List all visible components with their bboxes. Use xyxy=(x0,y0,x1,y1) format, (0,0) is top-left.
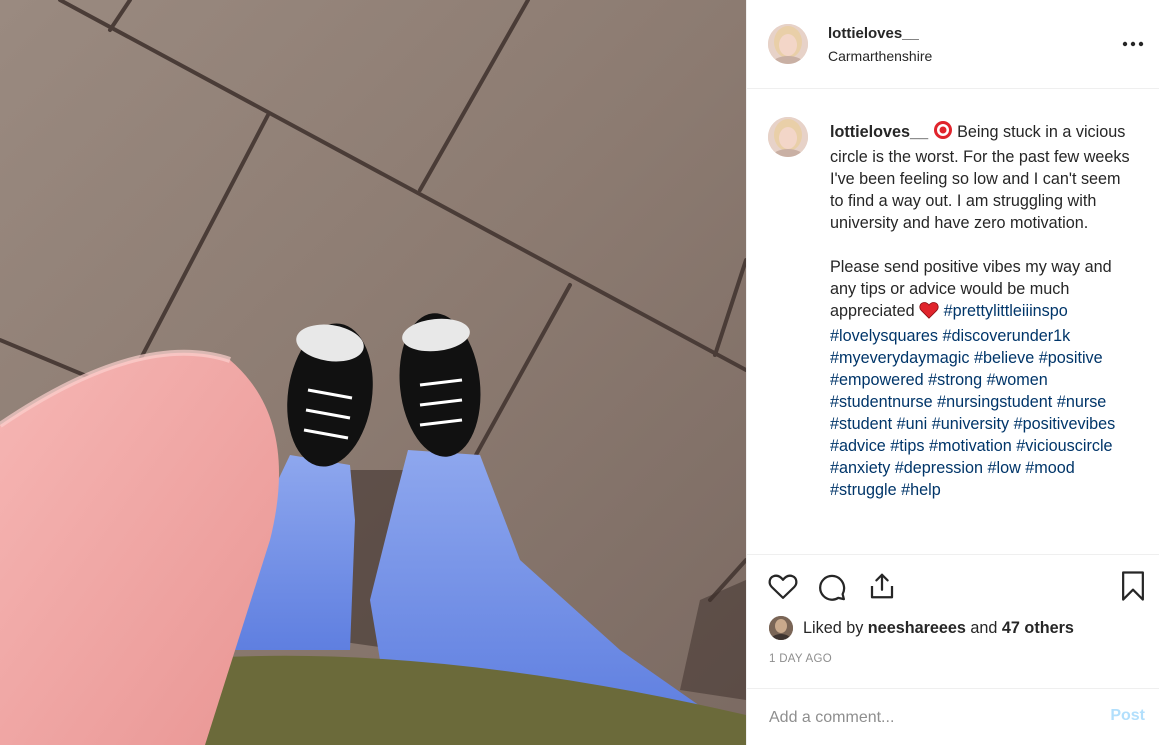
hashtag-link[interactable]: #low xyxy=(988,459,1021,477)
hashtag-link[interactable]: #anxiety xyxy=(830,459,890,477)
hashtag-link[interactable]: #depression xyxy=(895,459,983,477)
hashtag-link[interactable]: #mood xyxy=(1025,459,1075,477)
post-details-panel: lottieloves__ Carmarthenshire lottielove… xyxy=(746,0,1159,745)
post-header: lottieloves__ Carmarthenshire xyxy=(747,0,1159,89)
more-horizontal-icon[interactable] xyxy=(1120,31,1146,57)
likes-prefix: Liked by xyxy=(803,618,864,637)
post-photo-illustration xyxy=(0,0,746,745)
hashtag-link[interactable]: #positivevibes xyxy=(1014,415,1116,433)
comment-input[interactable] xyxy=(767,705,1091,731)
liker-username[interactable]: neeshareees xyxy=(868,619,966,638)
action-bar xyxy=(747,555,1159,615)
red-heart-emoji xyxy=(919,301,939,325)
hashtag-link[interactable]: #strong xyxy=(928,371,982,389)
hashtag-link[interactable]: #uni xyxy=(897,415,928,433)
likes-summary: Liked by neeshareees and 47 others xyxy=(769,614,1074,642)
hashtag-link[interactable]: #motivation xyxy=(929,437,1012,455)
hashtag-link[interactable]: #myeverydaymagic xyxy=(830,349,969,367)
target-emoji xyxy=(933,120,953,146)
bookmark-icon[interactable] xyxy=(1116,569,1150,603)
hashtag-link[interactable]: #positive xyxy=(1039,349,1103,367)
post-comment-button[interactable]: Post xyxy=(1110,707,1145,725)
post-author-username[interactable]: lottieloves__ xyxy=(828,25,919,42)
hashtag-link[interactable]: #discoverunder1k xyxy=(942,327,1070,345)
caption-username[interactable]: lottieloves__ xyxy=(830,123,928,141)
post-date[interactable]: 1 DAY AGO xyxy=(769,653,832,665)
hashtag-link[interactable]: #help xyxy=(901,481,941,499)
hashtag-link[interactable]: #prettylittleiiinspo xyxy=(944,302,1068,320)
comments-section: lottieloves__ Being stuck in a vicious c… xyxy=(747,89,1159,555)
hashtag-list: #prettylittleiiinspo #lovelysquares #dis… xyxy=(830,302,1115,499)
caption-avatar[interactable] xyxy=(768,117,808,157)
hashtag-link[interactable]: #women xyxy=(987,371,1048,389)
hashtag-link[interactable]: #studentnurse xyxy=(830,393,933,411)
hashtag-link[interactable]: #lovelysquares xyxy=(830,327,938,345)
hashtag-link[interactable]: #advice xyxy=(830,437,886,455)
comment-form: Post xyxy=(747,688,1159,745)
post-photo[interactable] xyxy=(0,0,746,745)
post-location[interactable]: Carmarthenshire xyxy=(828,48,932,64)
hashtag-link[interactable]: #nurse xyxy=(1057,393,1107,411)
comment-icon[interactable] xyxy=(815,569,849,603)
hashtag-link[interactable]: #university xyxy=(932,415,1009,433)
hashtag-link[interactable]: #viciouscircle xyxy=(1016,437,1112,455)
hashtag-link[interactable]: #nursingstudent xyxy=(937,393,1052,411)
hashtag-link[interactable]: #struggle xyxy=(830,481,897,499)
likes-others-link[interactable]: 47 others xyxy=(1002,619,1074,638)
liker-avatar[interactable] xyxy=(769,616,793,640)
heart-icon[interactable] xyxy=(766,569,800,603)
hashtag-link[interactable]: #empowered xyxy=(830,371,924,389)
hashtag-link[interactable]: #tips xyxy=(890,437,924,455)
likes-middle: and xyxy=(970,618,998,637)
hashtag-link[interactable]: #student xyxy=(830,415,892,433)
caption-paragraph-2: Please send positive vibes my way and an… xyxy=(830,256,1135,501)
hashtag-link[interactable]: #believe xyxy=(974,349,1034,367)
share-icon[interactable] xyxy=(865,569,899,603)
caption-paragraph-1: lottieloves__ Being stuck in a vicious c… xyxy=(830,120,1135,234)
avatar[interactable] xyxy=(768,24,808,64)
post-caption: lottieloves__ Being stuck in a vicious c… xyxy=(830,120,1135,501)
